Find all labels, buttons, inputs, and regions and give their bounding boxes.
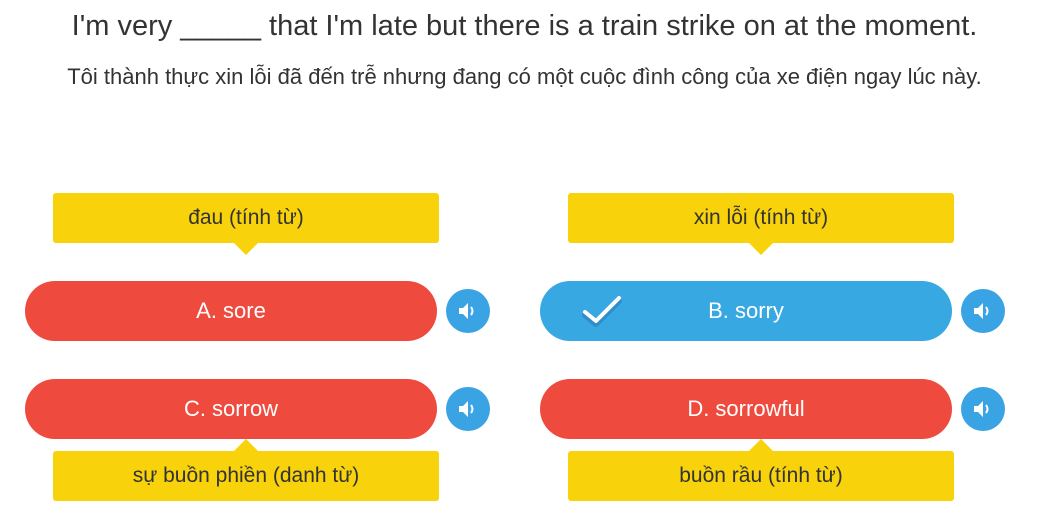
hint-option-b: xin lỗi (tính từ)	[568, 193, 954, 255]
option-a-button[interactable]: A. sore	[25, 281, 437, 341]
question-text: I'm very _____ that I'm late but there i…	[71, 10, 978, 42]
hint-option-c: sự buồn phiền (danh từ)	[53, 439, 439, 501]
speaker-icon[interactable]	[961, 387, 1005, 431]
hint-option-a: đau (tính từ)	[53, 193, 439, 255]
option-b-button[interactable]: B. sorry	[540, 281, 952, 341]
speaker-icon[interactable]	[446, 289, 490, 333]
option-a-label: A. sore	[196, 298, 266, 323]
option-c-button[interactable]: C. sorrow	[25, 379, 437, 439]
quiz-page: I'm very _____ that I'm late but there i…	[0, 0, 1049, 526]
speaker-icon[interactable]	[961, 289, 1005, 333]
hint-option-d: buồn rầu (tính từ)	[568, 439, 954, 501]
checkmark-icon	[582, 296, 622, 327]
question-translation: Tôi thành thực xin lỗi đã đến trễ nhưng …	[67, 64, 982, 89]
option-d-button[interactable]: D. sorrowful	[540, 379, 952, 439]
option-b-label: B. sorry	[708, 298, 784, 323]
option-d-label: D. sorrowful	[687, 396, 805, 421]
speaker-icon[interactable]	[446, 387, 490, 431]
option-c-label: C. sorrow	[183, 396, 279, 421]
